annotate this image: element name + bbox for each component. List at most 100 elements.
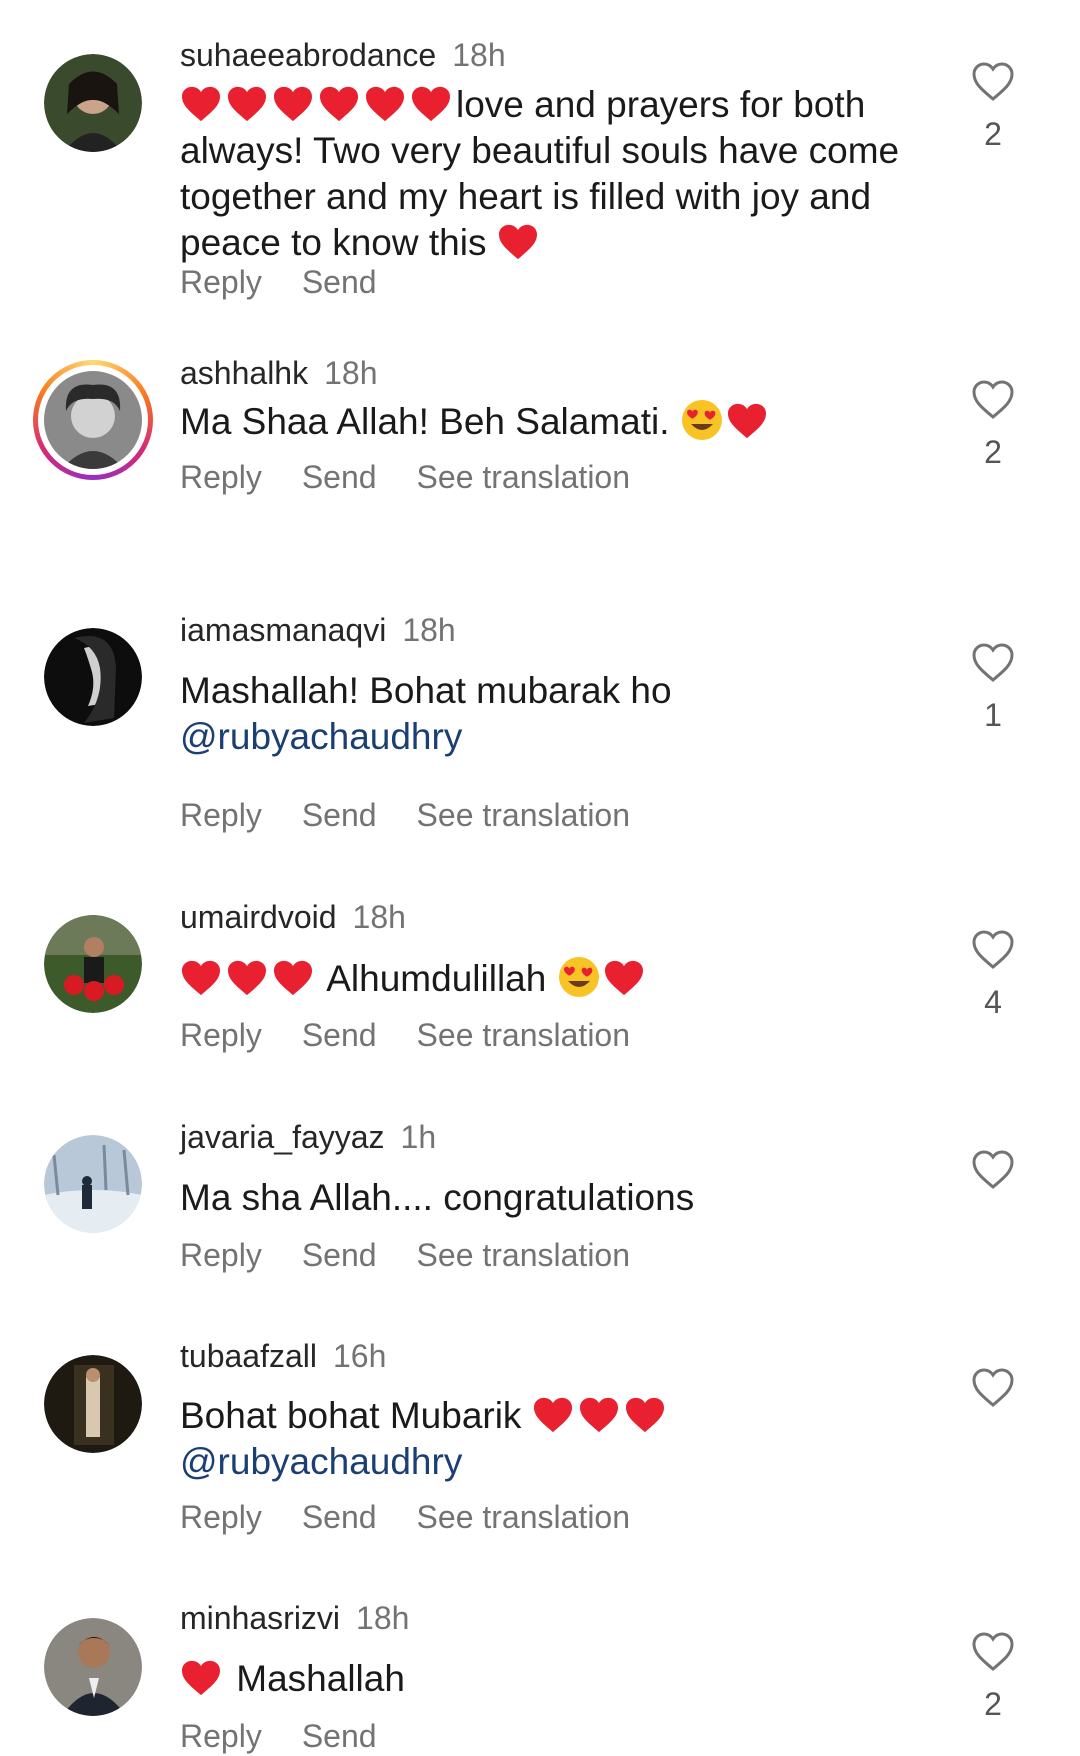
comment-text-line: Ma sha Allah.... congratulations (180, 1177, 695, 1218)
red-heart-emoji (726, 401, 772, 442)
red-heart-emoji (603, 958, 649, 999)
like-control (968, 1150, 1018, 1190)
avatar-photo (44, 1618, 142, 1716)
comment-text-line: Mashallah (236, 1658, 405, 1699)
comment-text: Bohat bohat Mubarik @rubyachaudhry (180, 1393, 950, 1485)
heart-eyes-emoji (680, 400, 726, 442)
avatar[interactable] (44, 54, 142, 152)
heart-outline-icon[interactable] (971, 1368, 1015, 1408)
like-control: 2 (968, 62, 1018, 153)
comment-header: iamasmanaqvi 18h (180, 610, 456, 650)
comment-actions: Reply Send See translation (180, 795, 670, 835)
comment-actions: Reply Send (180, 262, 417, 302)
like-control: 4 (968, 930, 1018, 1021)
like-count: 1 (984, 697, 1002, 733)
comment-actions: Reply Send See translation (180, 1235, 670, 1275)
heart-outline-icon[interactable] (971, 930, 1015, 970)
comment-text: Ma Shaa Allah! Beh Salamati. (180, 398, 950, 445)
send-button[interactable]: Send (302, 1017, 377, 1053)
send-button[interactable]: Send (302, 1237, 377, 1273)
heart-outline-icon[interactable] (971, 62, 1015, 102)
username[interactable]: suhaeeabrodance (180, 37, 436, 73)
heart-outline-icon[interactable] (971, 643, 1015, 683)
like-count: 2 (984, 434, 1002, 470)
username[interactable]: umairdvoid (180, 899, 337, 935)
like-count: 4 (984, 984, 1002, 1020)
red-heart-emoji (180, 84, 456, 125)
like-count: 2 (984, 1686, 1002, 1722)
reply-button[interactable]: Reply (180, 1237, 262, 1273)
username[interactable]: tubaafzall (180, 1338, 317, 1374)
send-button[interactable]: Send (302, 1499, 377, 1535)
reply-button[interactable]: Reply (180, 264, 262, 300)
red-heart-emoji (532, 1395, 670, 1436)
like-control: 2 (968, 1632, 1018, 1723)
avatar-photo (44, 1355, 142, 1453)
see-translation-button[interactable]: See translation (417, 1499, 630, 1535)
username[interactable]: ashhalhk (180, 355, 308, 391)
comment-actions: Reply Send See translation (180, 1497, 670, 1537)
red-heart-emoji (497, 222, 543, 263)
comment-text-line: Bohat bohat Mubarik (180, 1395, 522, 1436)
avatar-photo (44, 371, 142, 469)
heart-outline-icon[interactable] (971, 1632, 1015, 1672)
comment-text-line: together and my heart is filled with joy… (180, 176, 872, 217)
heart-eyes-emoji (557, 957, 603, 999)
timestamp: 18h (452, 37, 506, 73)
like-control: 1 (968, 643, 1018, 734)
timestamp: 16h (332, 1338, 387, 1374)
send-button[interactable]: Send (302, 1718, 377, 1754)
send-button[interactable]: Send (302, 459, 377, 495)
comment-header: umairdvoid 18h (180, 897, 406, 937)
comment-header: suhaeeabrodance 18h (180, 35, 506, 75)
heart-outline-icon[interactable] (971, 380, 1015, 420)
timestamp: 18h (402, 612, 456, 648)
username[interactable]: minhasrizvi (180, 1600, 340, 1636)
comment-text-line: peace to know this (180, 222, 487, 263)
avatar-photo (44, 915, 142, 1013)
comment-text: Mashallah! Bohat mubarak ho @rubyachaudh… (180, 668, 950, 760)
send-button[interactable]: Send (302, 797, 377, 833)
avatar[interactable] (44, 628, 142, 726)
avatar[interactable] (44, 1355, 142, 1453)
avatar-photo (44, 1135, 142, 1233)
comment-header: ashhalhk 18h (180, 353, 377, 393)
see-translation-button[interactable]: See translation (417, 1237, 630, 1273)
comment-text-line: Ma Shaa Allah! Beh Salamati. (180, 401, 670, 442)
comment-actions: Reply Send See translation (180, 457, 670, 497)
comment-text-line: always! Two very beautiful souls have co… (180, 130, 900, 171)
mention-link[interactable]: @rubyachaudhry (180, 1439, 950, 1485)
reply-button[interactable]: Reply (180, 459, 262, 495)
mention-link[interactable]: @rubyachaudhry (180, 714, 950, 760)
avatar-with-story-ring[interactable] (33, 360, 153, 480)
see-translation-button[interactable]: See translation (417, 797, 630, 833)
username[interactable]: javaria_fayyaz (180, 1119, 385, 1155)
red-heart-emoji (180, 1658, 226, 1699)
reply-button[interactable]: Reply (180, 1499, 262, 1535)
reply-button[interactable]: Reply (180, 1718, 262, 1754)
comment-text-line: love and prayers for both (456, 84, 866, 125)
comment-header: javaria_fayyaz 1h (180, 1117, 436, 1157)
comment-text: love and prayers for both always! Two ve… (180, 82, 950, 266)
username[interactable]: iamasmanaqvi (180, 612, 386, 648)
send-button[interactable]: Send (302, 264, 377, 300)
comment-text-line: Alhumdulillah (326, 958, 547, 999)
like-count: 2 (984, 116, 1002, 152)
avatar[interactable] (44, 1135, 142, 1233)
comment-actions: Reply Send (180, 1716, 417, 1756)
see-translation-button[interactable]: See translation (417, 1017, 630, 1053)
avatar-photo (44, 628, 142, 726)
avatar[interactable] (44, 1618, 142, 1716)
heart-outline-icon[interactable] (971, 1150, 1015, 1190)
timestamp: 18h (356, 1600, 410, 1636)
comment-text: Ma sha Allah.... congratulations (180, 1175, 950, 1221)
comment-text: Alhumdulillah (180, 955, 950, 1002)
timestamp: 1h (400, 1119, 437, 1155)
reply-button[interactable]: Reply (180, 797, 262, 833)
avatar[interactable] (44, 915, 142, 1013)
timestamp: 18h (352, 899, 406, 935)
reply-button[interactable]: Reply (180, 1017, 262, 1053)
red-heart-emoji (180, 958, 318, 999)
see-translation-button[interactable]: See translation (417, 459, 630, 495)
comment-header: minhasrizvi 18h (180, 1598, 409, 1638)
